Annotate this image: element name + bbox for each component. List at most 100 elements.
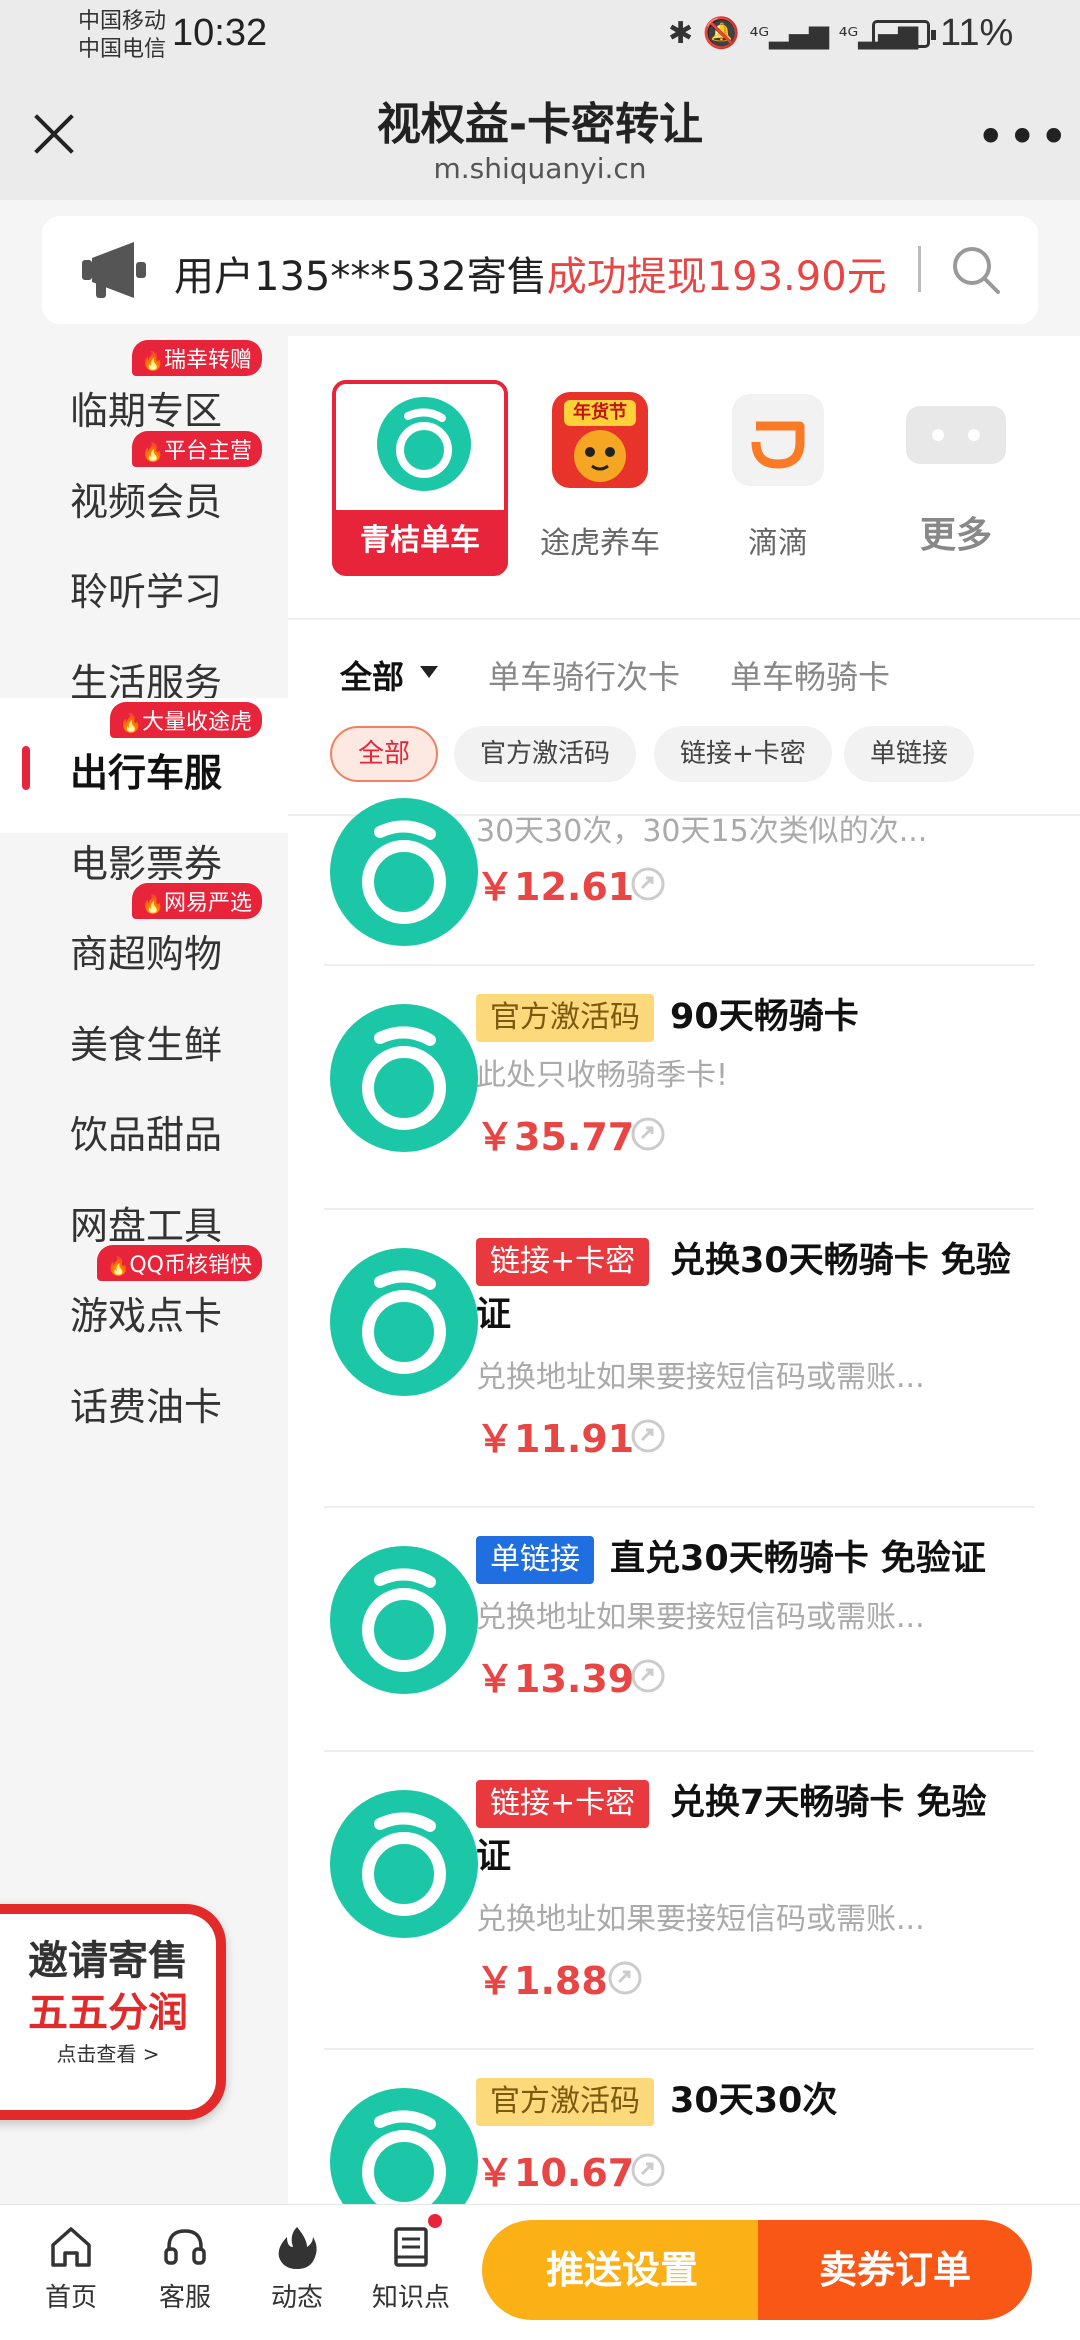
refresh-icon[interactable] [630,1116,666,1152]
qingju-logo-icon [330,1546,478,1694]
nav-feed-label: 动态 [270,2283,323,2313]
didi-logo-icon [732,394,824,486]
product-item[interactable]: 30天30次，30天15次类似的次... ￥12.61 [324,798,1034,966]
nav-knowledge-label: 知识点 [371,2283,450,2313]
qingju-logo-icon [330,1790,478,1938]
sidebar-item-badge: 🔥瑞幸转赠 [131,340,262,376]
sidebar-item-badge: 🔥大量收途虎 [109,702,262,738]
sidebar-item[interactable]: 话费油卡 [0,1332,288,1467]
nav-feed[interactable]: 动态 [252,2223,342,2314]
notice-highlight: 成功提现193.90元 [546,254,887,300]
chip-single-link[interactable]: 单链接 [844,726,975,782]
flame-icon [278,2227,317,2269]
sidebar-item-badge: 🔥平台主营 [131,430,262,467]
product-price: ￥12.61 [476,865,635,909]
product-price: ￥10.67 [476,2151,635,2195]
qingju-logo-icon [330,1248,478,1396]
qingju-logo-icon [330,1004,478,1152]
product-description: 30天30次，30天15次类似的次... [476,814,928,849]
clock: 10:32 [172,12,268,54]
carrier-2: 中国电信 [78,37,167,62]
sell-orders-button[interactable]: 卖券订单 [758,2220,1032,2320]
sidebar-badge-text: 网易严选 [163,891,252,916]
page-title: 视权益-卡密转让 [376,99,704,150]
chip-official-code[interactable]: 官方激活码 [454,726,637,782]
product-title: 兑换30天畅骑卡 免验证 [476,1241,1011,1335]
invite-promo[interactable]: 邀请寄售 五五分润 点击查看 > [0,1904,226,2120]
signal-bars-icon: ▂▄▆ [769,20,830,50]
flame-icon: 🔥 [119,713,142,734]
more-brands-icon [906,406,1006,464]
mute-icon: 🔕 [702,16,741,51]
carrier-info: 中国移动 中国电信 [78,8,166,64]
product-price: ￥13.39 [476,1657,635,1701]
bluetooth-icon: ✱ [668,16,694,51]
brand-more[interactable]: 更多 [868,380,1044,576]
product-title: 90天畅骑卡 [670,997,859,1037]
product-title: 兑换7天畅骑卡 免验证 [476,1783,987,1877]
product-price: ￥1.88 [476,1959,608,2003]
flame-icon: 🔥 [141,351,164,372]
page-url: m.shiquanyi.cn [433,152,647,185]
sidebar-badge-text: 瑞幸转赠 [163,348,252,373]
tuhu-badge: 年货节 [573,402,627,423]
megaphone-icon [82,242,146,298]
sidebar-item-badge: 🔥网易严选 [131,883,262,919]
chip-link-card[interactable]: 链接+卡密 [654,726,832,782]
page-header: 视权益-卡密转让 m.shiquanyi.cn ••• [0,70,1080,200]
push-settings-button[interactable]: 推送设置 [482,2220,762,2320]
product-item[interactable]: 官方激活码 30天30次 ￥10.67 [324,2050,1034,2204]
section-divider [288,618,1080,620]
product-description: 此处只收畅骑季卡! [476,1058,729,1093]
notice-prefix: 用户135***532寄售 [174,254,547,300]
notification-dot [426,2212,444,2230]
chip-all[interactable]: 全部 [330,726,439,782]
brand-didi[interactable]: 滴滴 [690,380,866,576]
search-icon[interactable] [948,242,1004,298]
nav-service[interactable]: 客服 [140,2223,230,2314]
refresh-icon[interactable] [630,866,666,902]
brand-tuhu[interactable]: 年货节 途虎养车 [512,380,688,576]
main-content: 青桔单车 年货节 途虎养车 滴滴 更多 全部 单车骑行次卡 单车畅骑卡 全部 官… [288,336,1080,2204]
tab-all[interactable]: 全部 [340,652,404,698]
sidebar-badge-text: 大量收途虎 [141,710,252,735]
headset-icon [164,2229,206,2265]
sidebar-item-badge: 🔥QQ币核销快 [96,1245,262,1281]
flame-icon: 🔥 [141,894,164,915]
qingju-logo-icon [330,798,478,946]
battery-icon [872,20,936,48]
notice-message: 用户135***532寄售成功提现193.90元 [174,244,887,302]
product-description: 兑换地址如果要接短信码或需账... [476,1600,925,1635]
product-item[interactable]: 链接+卡密 兑换7天畅骑卡 免验证 兑换地址如果要接短信码或需账... ￥1.88 [324,1752,1034,2050]
flame-icon: 🔥 [106,1256,130,1277]
more-menu-icon[interactable]: ••• [976,108,1070,166]
product-item[interactable]: 链接+卡密 兑换30天畅骑卡 免验证 兑换地址如果要接短信码或需账... ￥11.91 [324,1210,1034,1508]
invite-line-1: 邀请寄售 [28,1938,188,1984]
refresh-icon[interactable] [630,1658,666,1694]
tab-ride-count-card[interactable]: 单车骑行次卡 [488,652,680,698]
product-item[interactable]: 官方激活码 90天畅骑卡 此处只收畅骑季卡! ￥35.77 [324,966,1034,1210]
brand-qingju[interactable]: 青桔单车 [332,380,508,576]
qingju-logo-icon [330,2088,478,2204]
product-price: ￥11.91 [476,1417,635,1461]
notice-divider [918,246,921,292]
signal-icon: ⁴ᴳ [749,24,770,49]
product-item[interactable]: 单链接 直兑30天畅骑卡 免验证 兑换地址如果要接短信码或需账... ￥13.39 [324,1508,1034,1752]
brand-name: 滴滴 [748,526,808,561]
notice-bar[interactable]: 用户135***532寄售成功提现193.90元 [42,216,1038,324]
flame-icon: 🔥 [141,441,164,463]
nav-knowledge[interactable]: 知识点 [366,2223,456,2314]
tab-unlimited-card[interactable]: 单车畅骑卡 [730,652,890,698]
nav-service-label: 客服 [158,2283,211,2313]
nav-home[interactable]: 首页 [26,2223,116,2314]
refresh-icon[interactable] [607,1960,643,1996]
signal-icon-2: ⁴ᴳ [838,24,859,49]
sidebar-badge-text: QQ币核销快 [129,1253,252,1278]
caret-down-icon[interactable] [420,666,438,678]
battery-percent: 11% [940,12,1014,54]
book-icon [394,2227,428,2267]
refresh-icon[interactable] [630,1418,666,1454]
invite-line-2: 五五分润 [28,1990,188,2036]
product-description: 兑换地址如果要接短信码或需账... [476,1902,925,1937]
refresh-icon[interactable] [630,2152,666,2188]
